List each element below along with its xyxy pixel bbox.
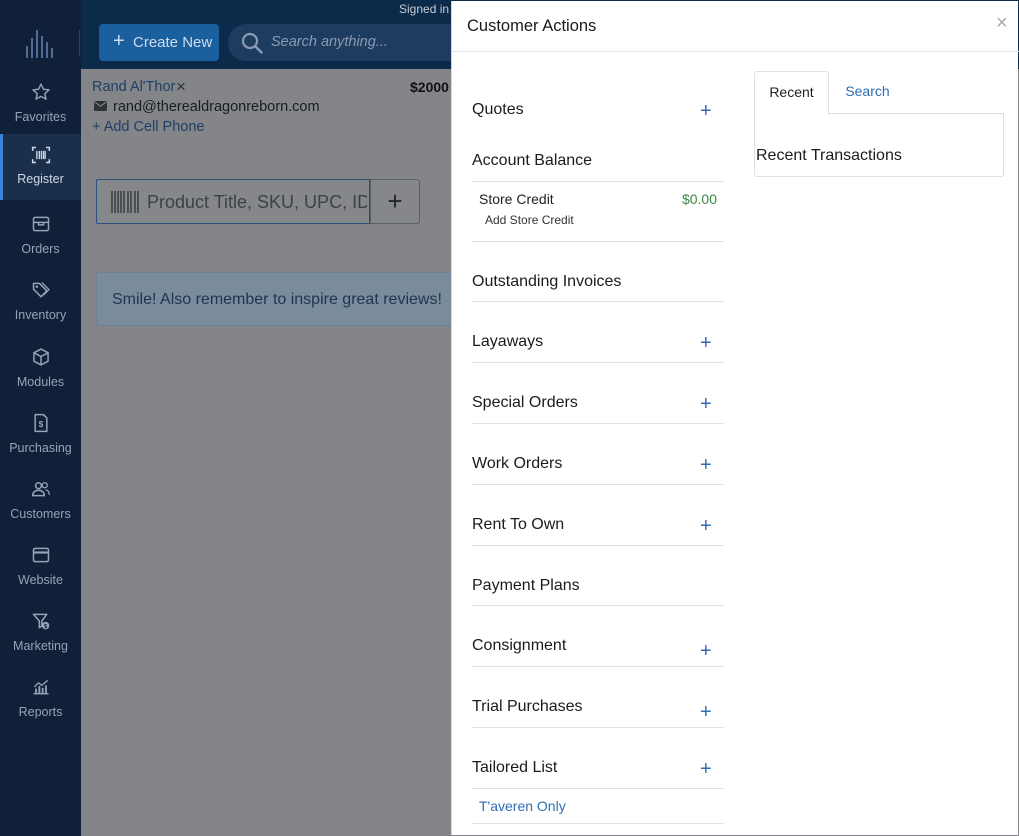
add-quote-button[interactable]: + (700, 101, 712, 121)
section-layaways: Layaways + (472, 302, 724, 363)
sidebar-item-label: Orders (21, 242, 60, 256)
logo-icon (26, 28, 56, 58)
store-credit-value: $0.00 (681, 191, 717, 207)
sidebar-item-inventory[interactable]: Inventory (0, 268, 81, 328)
search-input[interactable] (271, 32, 451, 52)
signed-in-text: Signed in (399, 2, 450, 16)
sidebar-item-label: Website (18, 573, 63, 587)
section-special-orders: Special Orders + (472, 363, 724, 424)
section-trial-purchases: Trial Purchases + (472, 667, 724, 728)
product-search-input[interactable] (147, 191, 367, 213)
cube-icon (33, 348, 49, 366)
section-title: Account Balance (472, 152, 593, 169)
section-title: Payment Plans (472, 577, 580, 594)
section-consignment: Consignment + (472, 606, 724, 667)
browser-window-icon (32, 547, 50, 563)
sidebar-item-register[interactable]: Register (0, 134, 81, 200)
plus-icon: + (113, 30, 125, 52)
customer-email: rand@therealdragonreborn.com (113, 99, 320, 115)
section-tailored-list: Tailored List + (472, 728, 724, 788)
sidebar-item-modules[interactable]: Modules (0, 335, 81, 395)
section-rent-to-own: Rent To Own + (472, 485, 724, 546)
add-store-credit-link[interactable]: Add Store Credit (485, 213, 574, 227)
tip-banner: Smile! Also remember to inspire great re… (96, 272, 456, 326)
envelope-icon (94, 101, 107, 111)
panel-title: Customer Actions (467, 17, 597, 35)
section-payment-plans: Payment Plans (472, 546, 724, 606)
add-cell-phone-link[interactable]: + Add Cell Phone (92, 119, 204, 135)
sidebar-item-marketing[interactable]: $ Marketing (0, 599, 81, 659)
add-work-order-button[interactable]: + (700, 455, 712, 475)
product-search-field[interactable] (96, 179, 370, 224)
sidebar-item-label: Marketing (13, 639, 68, 653)
tailored-list-item-label[interactable]: T'averen Only (479, 798, 566, 814)
store-credit-row: Store Credit $0.00 Add Store Credit (472, 181, 724, 242)
section-title: Rent To Own (472, 516, 565, 533)
sidebar-item-label: Register (17, 172, 64, 186)
star-icon (32, 83, 50, 100)
sidebar-item-favorites[interactable]: Favorites (0, 70, 81, 130)
add-tailored-list-button[interactable]: + (700, 759, 712, 779)
funnel-dollar-icon: $ (32, 613, 50, 630)
create-new-label: Create New (133, 34, 213, 51)
create-new-button[interactable]: + Create New (99, 24, 219, 61)
recent-transactions-heading: Recent Transactions (756, 147, 902, 164)
sidebar-item-reports[interactable]: Reports (0, 665, 81, 725)
tailored-list-item[interactable]: T'averen Only (472, 788, 724, 824)
add-special-order-button[interactable]: + (700, 394, 712, 414)
customer-actions-panel: Customer Actions × Quotes + Account Bala… (451, 1, 1019, 835)
section-title: Work Orders (472, 455, 563, 472)
sidebar-item-label: Customers (10, 507, 71, 521)
store-credit-label: Store Credit (479, 191, 554, 207)
chart-icon (33, 679, 49, 695)
customer-name[interactable]: Rand Al'Thor (92, 79, 175, 95)
sidebar-item-website[interactable]: Website (0, 533, 81, 593)
section-outstanding-invoices: Outstanding Invoices (472, 242, 724, 302)
tab-recent[interactable]: Recent (754, 71, 829, 115)
remove-customer-button[interactable]: × (176, 77, 186, 97)
section-title: Quotes (472, 101, 524, 118)
transactions-tabs: Recent Search (754, 71, 1004, 115)
add-rent-to-own-button[interactable]: + (700, 516, 712, 536)
section-title: Tailored List (472, 759, 558, 776)
barcode-scan-icon (31, 146, 51, 164)
add-consignment-button[interactable]: + (700, 641, 712, 661)
add-trial-purchase-button[interactable]: + (700, 702, 712, 722)
customer-balance: $2000 (410, 79, 449, 95)
tab-search[interactable]: Search (829, 71, 906, 114)
close-icon[interactable]: × (996, 13, 1008, 33)
panel-header: Customer Actions × (452, 1, 1019, 52)
sidebar-item-label: Favorites (14, 110, 67, 124)
tags-icon (32, 282, 50, 298)
sidebar-item-purchasing[interactable]: $ Purchasing (0, 401, 81, 461)
users-icon (31, 482, 50, 497)
sidebar-item-customers[interactable]: Customers (0, 467, 81, 527)
section-quotes: Quotes + (472, 99, 724, 129)
section-title: Consignment (472, 637, 567, 654)
section-title: Trial Purchases (472, 698, 583, 715)
section-title: Special Orders (472, 394, 578, 411)
recent-transactions-panel: Recent Transactions (754, 113, 1004, 177)
tip-text: Smile! Also remember to inspire great re… (112, 291, 442, 308)
add-layaway-button[interactable]: + (700, 333, 712, 353)
section-title: Layaways (472, 333, 544, 350)
svg-text:$: $ (39, 419, 44, 429)
global-search[interactable] (228, 24, 468, 61)
add-product-button[interactable]: + (370, 179, 420, 224)
barcode-icon (111, 191, 139, 213)
box-icon (32, 216, 50, 232)
section-title: Outstanding Invoices (472, 273, 622, 290)
sidebar-item-label: Purchasing (9, 441, 72, 455)
sidebar-item-label: Inventory (14, 308, 67, 322)
section-account-balance: Account Balance (472, 151, 724, 181)
sidebar-item-label: Reports (18, 705, 63, 719)
search-icon (241, 32, 263, 54)
sidebar-item-orders[interactable]: Orders (0, 202, 81, 262)
invoice-dollar-icon: $ (34, 413, 48, 433)
logo-divider (79, 30, 80, 56)
sidebar: Favorites Register Orders Inventory Modu… (0, 0, 81, 836)
section-work-orders: Work Orders + (472, 424, 724, 485)
sidebar-item-label: Modules (16, 375, 65, 389)
